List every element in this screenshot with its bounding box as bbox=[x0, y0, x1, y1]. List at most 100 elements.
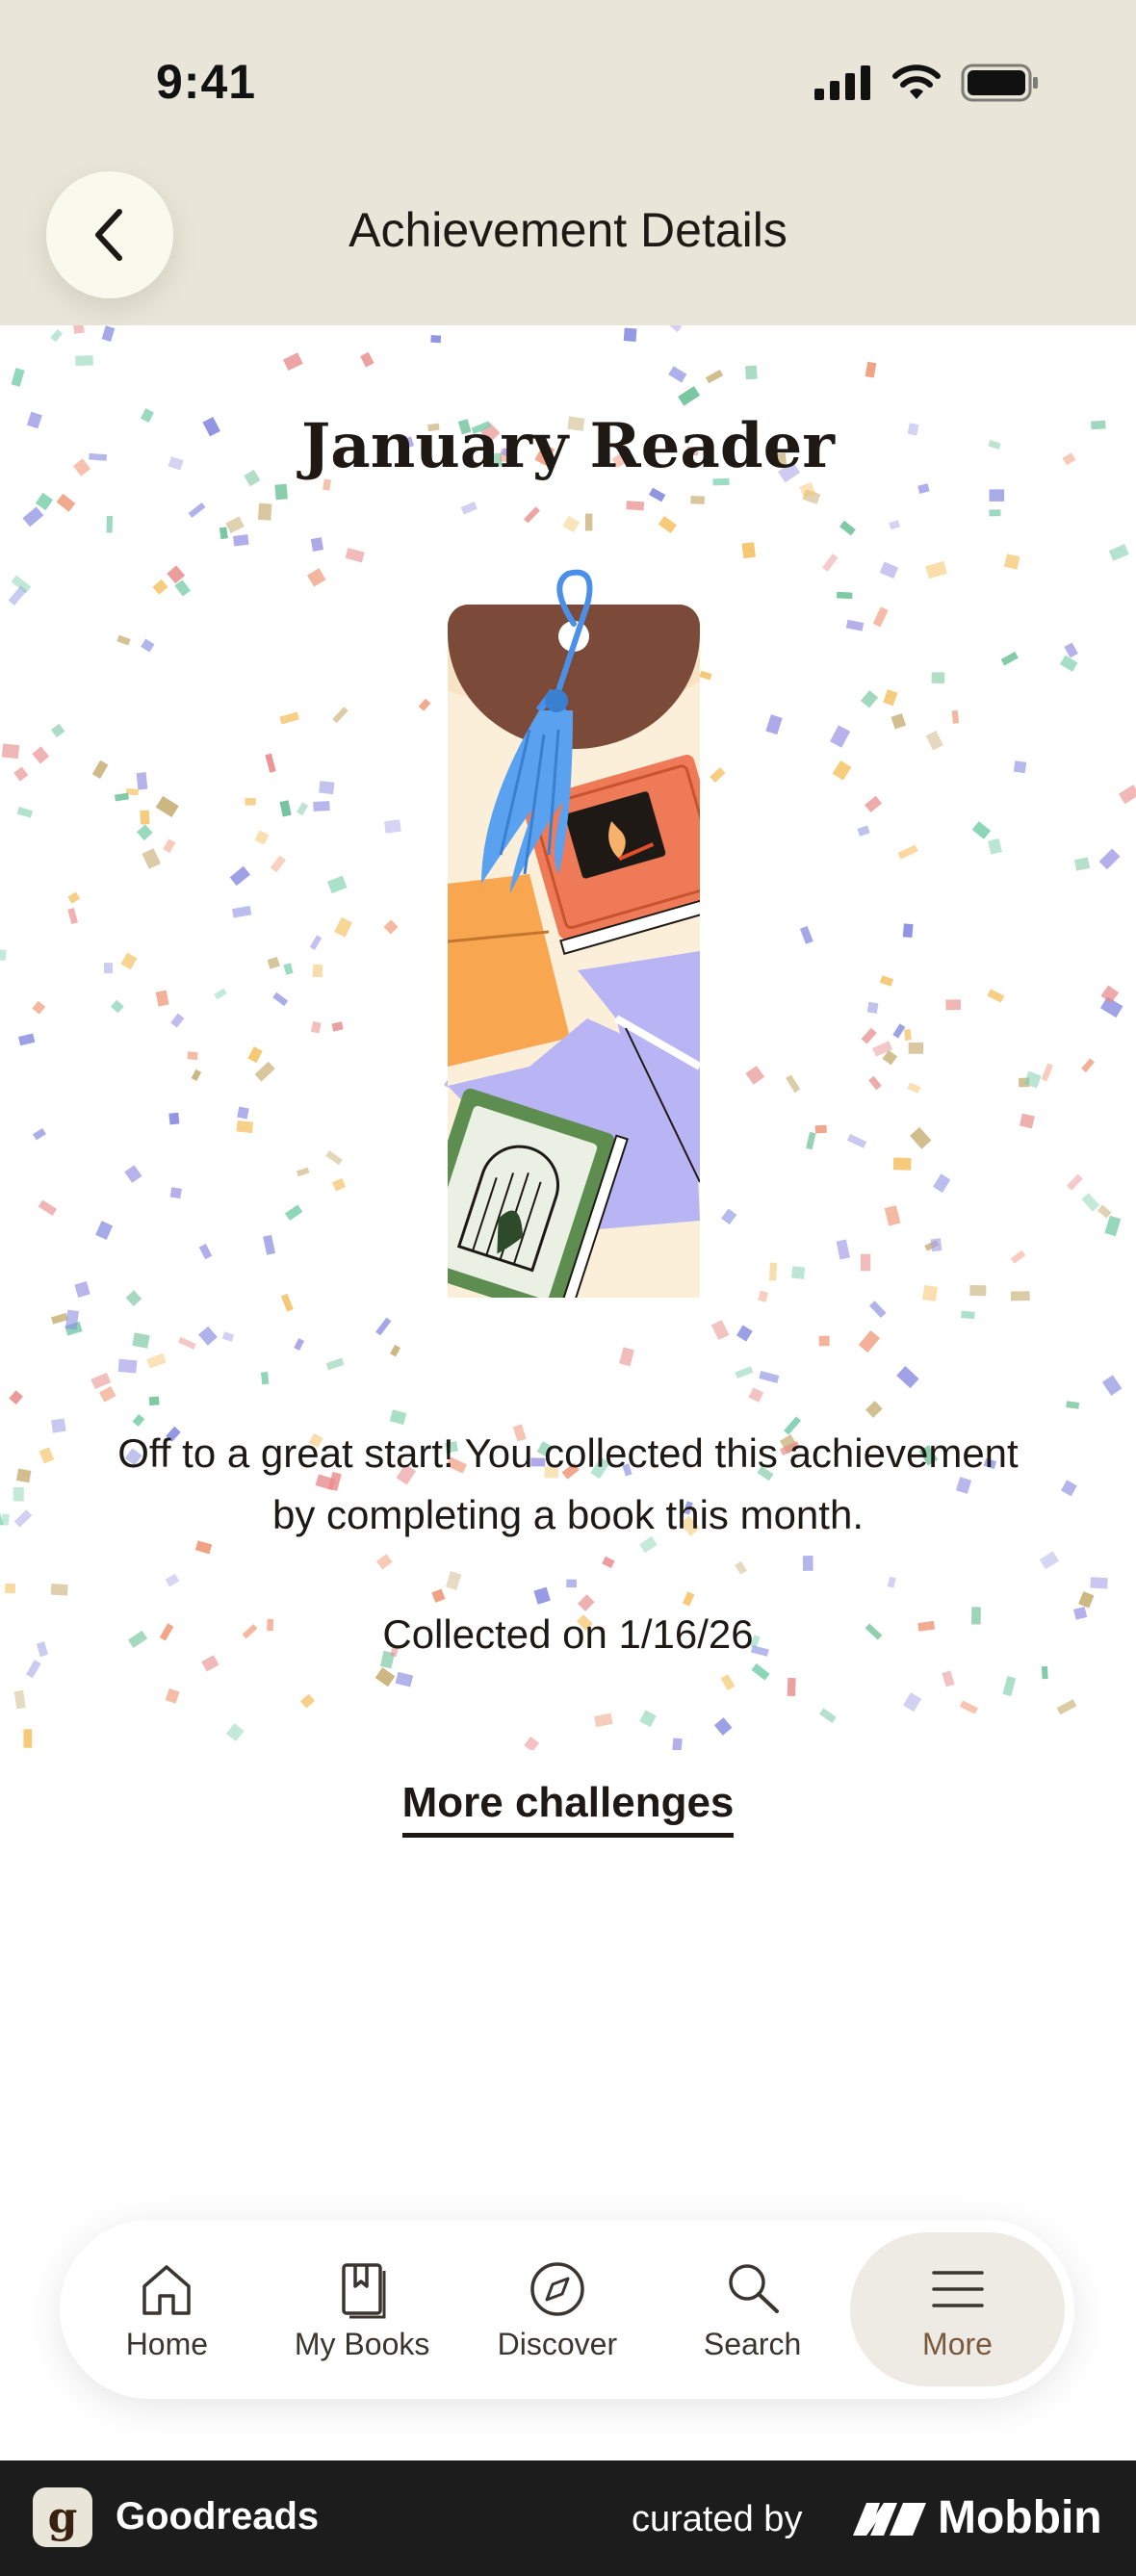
confetti-piece bbox=[22, 506, 44, 528]
mobbin-logo-icon bbox=[853, 2502, 926, 2536]
confetti-piece bbox=[165, 1573, 180, 1587]
more-challenges-link[interactable]: More challenges bbox=[401, 1779, 735, 1838]
confetti-piece bbox=[1, 1513, 10, 1526]
confetti-piece bbox=[325, 1150, 343, 1166]
confetti-piece bbox=[214, 988, 227, 1000]
confetti-piece bbox=[987, 837, 1002, 855]
confetti-piece bbox=[155, 990, 169, 1007]
more-challenges-container: More challenges bbox=[0, 1779, 1136, 1838]
confetti-piece bbox=[1081, 1058, 1095, 1072]
confetti-piece bbox=[925, 560, 947, 580]
confetti-piece bbox=[306, 568, 326, 587]
confetti-piece bbox=[221, 1331, 235, 1342]
confetti-piece bbox=[1010, 1291, 1030, 1301]
confetti-piece bbox=[187, 1051, 198, 1061]
confetti-piece bbox=[5, 1584, 15, 1594]
confetti-piece bbox=[971, 821, 992, 839]
confetti-piece bbox=[663, 325, 683, 333]
confetti-piece bbox=[13, 1689, 26, 1710]
confetti-piece bbox=[257, 502, 272, 521]
confetti-piece bbox=[818, 1335, 830, 1347]
confetti-piece bbox=[1010, 1249, 1026, 1264]
wifi-icon bbox=[892, 64, 941, 99]
confetti-piece bbox=[619, 1347, 634, 1367]
tab-more[interactable]: More bbox=[850, 2232, 1066, 2386]
confetti-piece bbox=[584, 513, 593, 531]
confetti-piece bbox=[299, 1693, 316, 1709]
confetti-piece bbox=[124, 1165, 142, 1183]
signal-icon bbox=[814, 65, 870, 100]
confetti-piece bbox=[279, 711, 299, 725]
confetti-piece bbox=[103, 963, 114, 974]
confetti-piece bbox=[15, 1468, 32, 1483]
confetti-piece bbox=[533, 1586, 551, 1605]
confetti-piece bbox=[933, 1173, 951, 1193]
confetti-piece bbox=[814, 1124, 827, 1134]
confetti-piece bbox=[758, 1290, 769, 1302]
confetti-piece bbox=[658, 516, 677, 533]
tab-search[interactable]: Search bbox=[655, 2232, 850, 2386]
confetti-piece bbox=[1041, 1063, 1053, 1082]
confetti-piece bbox=[868, 1075, 882, 1091]
confetti-piece bbox=[858, 1329, 881, 1353]
confetti-piece bbox=[566, 1579, 578, 1588]
confetti-piece bbox=[51, 1312, 68, 1325]
confetti-piece bbox=[280, 1293, 294, 1312]
confetti-piece bbox=[125, 1290, 142, 1307]
confetti-piece bbox=[177, 1336, 196, 1350]
confetti-piece bbox=[245, 798, 256, 806]
tab-home[interactable]: Home bbox=[69, 2232, 265, 2386]
confetti-piece bbox=[390, 1344, 400, 1357]
confetti-piece bbox=[345, 548, 365, 563]
confetti-piece bbox=[524, 506, 540, 524]
my-books-icon bbox=[342, 2262, 386, 2318]
confetti-piece bbox=[169, 1187, 182, 1199]
confetti-piece bbox=[639, 1710, 657, 1728]
confetti-piece bbox=[562, 515, 581, 533]
confetti-piece bbox=[236, 1120, 254, 1134]
confetti-piece bbox=[284, 1204, 303, 1222]
confetti-piece bbox=[233, 534, 249, 547]
confetti-piece bbox=[860, 1253, 871, 1272]
confetti-piece bbox=[325, 1357, 345, 1371]
confetti-piece bbox=[1041, 1665, 1048, 1680]
confetti-piece bbox=[864, 795, 883, 813]
confetti-piece bbox=[32, 1000, 46, 1015]
confetti-piece bbox=[1118, 785, 1136, 805]
tab-my-books[interactable]: My Books bbox=[265, 2232, 460, 2386]
tab-bar: Home My Books Discover Search More bbox=[60, 2220, 1074, 2399]
confetti-piece bbox=[1097, 1204, 1112, 1219]
confetti-piece bbox=[360, 351, 374, 368]
confetti-piece bbox=[1073, 857, 1091, 871]
confetti-piece bbox=[1090, 1577, 1108, 1589]
confetti-piece bbox=[861, 1027, 877, 1044]
confetti-piece bbox=[872, 606, 889, 628]
confetti-piece bbox=[263, 1234, 276, 1255]
confetti-piece bbox=[35, 492, 54, 511]
confetti-piece bbox=[136, 824, 153, 841]
confetti-piece bbox=[395, 1671, 414, 1687]
confetti-piece bbox=[745, 1066, 765, 1085]
confetti-piece bbox=[690, 495, 705, 504]
confetti-piece bbox=[334, 916, 352, 938]
confetti-piece bbox=[283, 963, 294, 975]
confetti-piece bbox=[51, 1418, 66, 1433]
confetti-piece bbox=[67, 907, 78, 925]
confetti-piece bbox=[832, 760, 852, 781]
confetti-piece bbox=[759, 1371, 780, 1383]
confetti-piece bbox=[1000, 651, 1019, 666]
confetti-piece bbox=[225, 1723, 245, 1741]
confetti-piece bbox=[106, 515, 113, 533]
confetti-piece bbox=[910, 1126, 932, 1149]
footer-brand: Mobbin bbox=[851, 2491, 1102, 2544]
confetti-piece bbox=[16, 807, 34, 818]
confetti-piece bbox=[152, 579, 168, 595]
confetti-piece bbox=[768, 1262, 778, 1281]
confetti-piece bbox=[331, 1021, 344, 1032]
tab-discover[interactable]: Discover bbox=[460, 2232, 656, 2386]
confetti-piece bbox=[198, 1326, 218, 1346]
confetti-piece bbox=[198, 1243, 213, 1260]
confetti-piece bbox=[713, 1717, 733, 1736]
confetti-piece bbox=[1108, 544, 1129, 561]
confetti-piece bbox=[845, 619, 865, 631]
